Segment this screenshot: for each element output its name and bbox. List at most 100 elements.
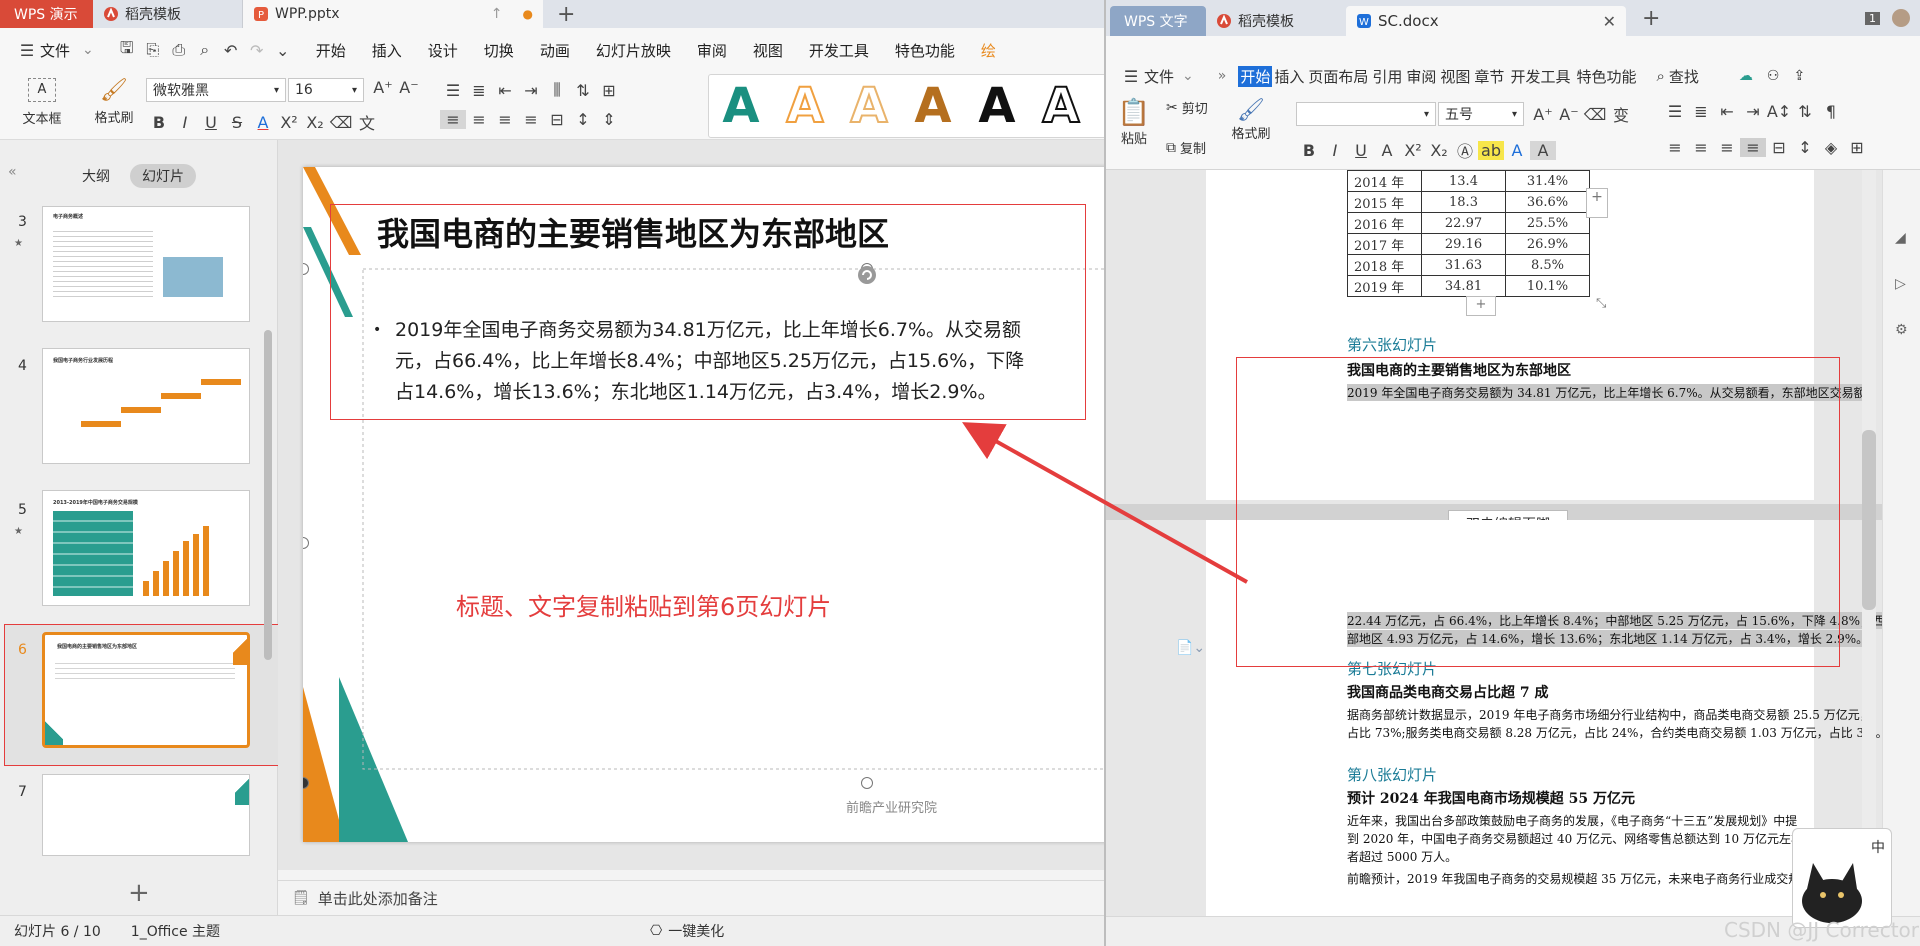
paste-button[interactable]: 📋 粘贴 [1114,98,1154,147]
section-8-heading[interactable]: 第八张幻灯片 [1347,764,1437,785]
table-cell[interactable]: 25.5% [1505,212,1590,234]
numbered-list-icon[interactable]: ≣ [1688,102,1714,121]
font-shrink-icon[interactable]: A⁻ [396,78,422,97]
slide-thumb-4[interactable]: 我国电子商务行业发展历程 [42,348,250,464]
columns-icon[interactable]: ⫼ [544,80,570,100]
preview-icon[interactable]: ⌕ [192,40,218,60]
table-row[interactable]: 2019 年 34.81 10.1% [1347,275,1590,297]
ppt-tab-template[interactable]: 稻壳模板 [93,0,243,28]
cloud-sync-icon[interactable]: ☁ [1739,68,1753,84]
subscript-icon[interactable]: X₂ [1426,141,1452,160]
underline-icon[interactable]: U [1348,141,1374,160]
doc-font-size-select[interactable]: 五号 ▾ [1438,102,1524,126]
theme-name[interactable]: 1_Office 主题 [131,921,220,941]
panel-tab-slides[interactable]: 幻灯片 [130,164,196,188]
font-shrink-icon[interactable]: A⁻ [1556,105,1582,124]
doc-tab-sc[interactable]: W SC.docx ✕ [1346,6,1626,36]
decrease-indent-icon[interactable]: ⇤ [492,81,518,100]
new-tab-plus-icon[interactable]: + [557,2,575,27]
doc-tab-references[interactable]: 引用 [1372,66,1402,87]
superscript-icon[interactable]: X² [1400,141,1426,160]
table-cell[interactable]: 22.97 [1421,212,1506,234]
doc-font-name-select[interactable]: ▾ [1296,102,1436,126]
avatar[interactable] [1892,9,1910,27]
side-tool-icon[interactable]: ⚙ [1895,322,1920,338]
data-table[interactable]: 2014 年 13.4 31.4% 2015 年 18.3 36.6% 2016 年 22.9… [1347,170,1590,297]
panel-scrollbar[interactable] [264,330,272,660]
side-tool-icon[interactable]: ▷ [1895,276,1920,292]
table-cell[interactable]: 26.9% [1505,233,1590,255]
menu-view[interactable]: 视图 [753,40,783,61]
section-8-title[interactable]: 预计 2024 年我国电商市场规模超 55 万亿元 [1347,788,1635,808]
table-add-column-icon[interactable]: + [1586,188,1608,218]
bullet-list-icon[interactable]: ☰ [440,81,466,100]
font-size-select[interactable]: 16 ▾ [288,78,364,102]
ime-mode-label[interactable]: 中 [1871,837,1885,857]
bullet-list-icon[interactable]: ☰ [1662,102,1688,121]
shading-icon[interactable]: ◈ [1818,138,1844,157]
section-6-heading[interactable]: 第六张幻灯片 [1347,334,1437,355]
ppt-tab-wpp[interactable]: P WPP.pptx ↑ ● [243,0,543,28]
align-left-icon[interactable]: ≡ [440,110,466,129]
doc-app-tab[interactable]: WPS 文字 [1110,6,1206,36]
slide-thumb-3[interactable]: 电子商务概述 [42,206,250,322]
cut-button[interactable]: ✂ 剪切 [1166,98,1208,118]
resize-handle-bottom[interactable] [861,777,873,789]
border-icon[interactable]: ⊞ [1844,138,1870,157]
close-tab-icon[interactable]: ✕ [1603,12,1616,31]
clear-format-icon[interactable]: ⌫ [1582,105,1608,124]
menu-draw[interactable]: 绘 [981,40,996,61]
distribute-icon[interactable]: ⊟ [544,110,570,129]
doc-tab-layout[interactable]: 页面布局 [1308,66,1368,87]
justify-icon[interactable]: ≡ [518,110,544,129]
table-cell[interactable]: 8.5% [1505,254,1590,276]
chevron-down-icon[interactable]: ⌄ [1182,68,1194,84]
clear-format-icon[interactable]: ⌫ [328,113,354,132]
superscript-icon[interactable]: X² [276,113,302,132]
smartart-icon[interactable]: ⊞ [596,81,622,100]
doc-tab-home[interactable]: 开始 [1238,65,1273,87]
table-cell[interactable]: 31.4% [1505,170,1590,192]
section-8-line-2[interactable]: 到 2020 年，中国电子商务交易额超过 40 万亿元、网络零售总额达到 10 … [1347,830,1839,847]
doc-tab-review[interactable]: 审阅 [1406,66,1436,87]
ime-widget[interactable]: 中 [1792,828,1892,928]
menu-file[interactable]: 文件 [40,40,70,61]
redo-icon[interactable]: ↷ [244,41,270,60]
pinyin-icon[interactable]: 变 [1608,102,1634,126]
print-icon[interactable]: ⎙ [166,40,192,60]
align-left-icon[interactable]: ≡ [1662,138,1688,157]
font-color-icon[interactable]: A [250,113,276,132]
textbox-button[interactable]: A 文本框 [14,78,70,127]
table-cell[interactable]: 29.16 [1421,233,1506,255]
copy-button[interactable]: ⧉ 复制 [1166,138,1206,158]
doc-menu-file[interactable]: 文件 [1144,66,1174,87]
text-style-5[interactable]: A [965,78,1029,134]
table-cell[interactable]: 34.81 [1421,275,1506,297]
underline-icon[interactable]: U [198,113,224,132]
table-row[interactable]: 2014 年 13.4 31.4% [1347,170,1590,192]
table-cell[interactable]: 2014 年 [1347,170,1422,192]
beautify-icon[interactable]: ⎔ [650,923,662,939]
table-add-row-icon[interactable]: + [1466,296,1496,316]
notes-bar[interactable]: 🗒 单击此处添加备注 [278,880,1110,915]
undo-icon[interactable]: ↶ [218,41,244,60]
menu-review[interactable]: 审阅 [697,40,727,61]
doc-format-painter-button[interactable]: 🖌 格式刷 [1226,98,1276,142]
new-tab-plus-icon[interactable]: + [1642,6,1660,31]
hamburger-icon[interactable]: ☰ [14,41,40,60]
add-slide-icon[interactable]: + [128,878,150,908]
menu-insert[interactable]: 插入 [372,40,402,61]
menu-developer[interactable]: 开发工具 [809,40,869,61]
text-style-1[interactable]: A [709,78,773,134]
chevron-down-icon[interactable]: ⌄ [82,42,94,58]
table-cell[interactable]: 2015 年 [1347,191,1422,213]
slide-footer[interactable]: 前瞻产业研究院 [846,797,937,816]
numbered-list-icon[interactable]: ≣ [466,81,492,100]
doc-search[interactable]: 查找 [1669,66,1699,87]
text-style-2[interactable]: A [773,77,837,135]
justify-icon[interactable]: ≡ [1740,138,1766,157]
share-icon[interactable]: ⇪ [1793,68,1805,84]
menu-animation[interactable]: 动画 [540,40,570,61]
font-grow-icon[interactable]: A⁺ [370,78,396,97]
menu-transition[interactable]: 切换 [484,40,514,61]
